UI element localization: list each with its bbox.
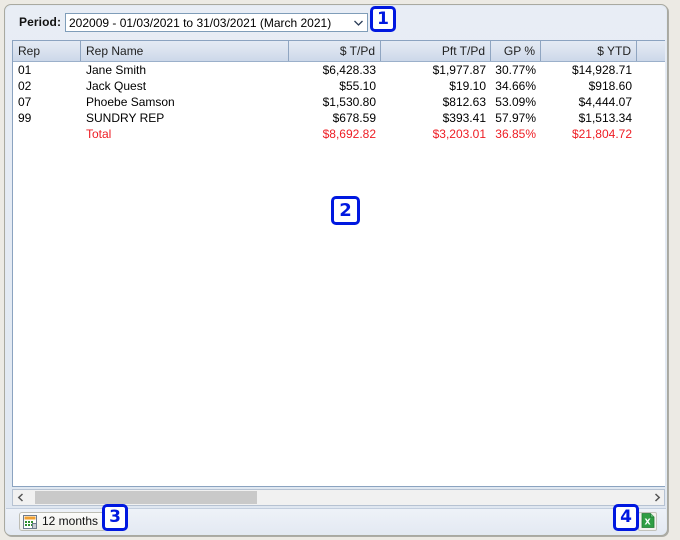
cell-pft_t_pd: $393.41 — [442, 111, 486, 125]
twelve-months-label: 12 months — [42, 514, 99, 528]
column-header-rep_name[interactable]: Rep Name — [81, 41, 289, 61]
cell-rep: 02 — [18, 79, 32, 93]
table-row[interactable]: 99 SUNDRY REP $678.59 $393.41 57.97% $1,513.3… — [13, 110, 665, 126]
cell-rep_name: SUNDRY REP — [86, 111, 165, 125]
cell-extra: $7 — [637, 126, 665, 142]
cell-ytd: $21,804.72 — [571, 127, 632, 141]
column-header-pft_t_pd[interactable]: Pft T/Pd — [381, 41, 491, 61]
cell-rep: 07 — [18, 95, 32, 109]
cell-rep: 01 — [18, 63, 32, 77]
cell-ytd: $4,444.07 — [578, 95, 632, 109]
period-label: Period: — [19, 15, 62, 29]
cell-gp_pct: 36.85% — [495, 127, 536, 141]
column-header-extra[interactable] — [637, 41, 665, 61]
svg-text:X: X — [644, 517, 651, 526]
grid-header-row: Rep Rep Name $ T/Pd Pft T/Pd GP % $ YTD — [13, 41, 665, 62]
cell-extra — [637, 110, 665, 126]
period-selector-row: Period: 202009 - 01/03/2021 to 31/03/202… — [6, 6, 666, 38]
cell-ytd: $14,928.71 — [571, 63, 632, 77]
chevron-right-icon[interactable] — [649, 490, 664, 505]
cell-ytd: $1,513.34 — [578, 111, 632, 125]
cell-pft_t_pd: $1,977.87 — [432, 63, 486, 77]
period-dropdown[interactable]: 202009 - 01/03/2021 to 31/03/2021 (March… — [65, 13, 368, 32]
cell-pft_t_pd: $812.63 — [442, 95, 486, 109]
excel-export-icon: X — [641, 512, 655, 531]
cell-gp_pct: 30.77% — [495, 63, 536, 77]
cell-gp_pct: 34.66% — [495, 79, 536, 93]
cell-rep_name: Jack Quest — [86, 79, 147, 93]
chevron-left-icon[interactable] — [13, 490, 28, 505]
cell-t_pd: $55.10 — [339, 79, 376, 93]
annotation-badge-4: 4 — [613, 504, 639, 531]
rep-sales-grid[interactable]: Rep Rep Name $ T/Pd Pft T/Pd GP % $ YTD 01 Jan… — [12, 40, 665, 487]
table-row[interactable]: 01 Jane Smith $6,428.33 $1,977.87 30.77% $14,… — [13, 62, 665, 78]
annotation-badge-2: 2 — [331, 196, 360, 225]
grid-body: 01 Jane Smith $6,428.33 $1,977.87 30.77% $14,… — [13, 62, 665, 486]
report-panel: Period: 202009 - 01/03/2021 to 31/03/202… — [4, 4, 668, 536]
column-header-ytd[interactable]: $ YTD — [541, 41, 637, 61]
cell-rep — [13, 126, 81, 142]
column-header-gp_pct[interactable]: GP % — [491, 41, 541, 61]
cell-gp_pct: 57.97% — [495, 111, 536, 125]
cell-extra: $1 — [637, 94, 665, 110]
cell-t_pd: $6,428.33 — [322, 63, 376, 77]
column-header-t_pd[interactable]: $ T/Pd — [289, 41, 381, 61]
cell-t_pd: $678.59 — [332, 111, 376, 125]
annotation-badge-3: 3 — [102, 504, 128, 531]
cell-ytd: $918.60 — [588, 79, 632, 93]
cell-rep_name: Jane Smith — [86, 63, 147, 77]
cell-t_pd: $1,530.80 — [322, 95, 376, 109]
table-row[interactable]: 07 Phoebe Samson $1,530.80 $812.63 53.09% $4,… — [13, 94, 665, 110]
column-header-rep[interactable]: Rep — [13, 41, 81, 61]
cell-pft_t_pd: $19.10 — [449, 79, 486, 93]
cell-t_pd: $8,692.82 — [322, 127, 376, 141]
report-panel-inner: Period: 202009 - 01/03/2021 to 31/03/202… — [6, 6, 666, 534]
table-row-total[interactable]: Total $8,692.82 $3,203.01 36.85% $21,804.72 $… — [13, 126, 665, 142]
annotation-badge-1: 1 — [370, 6, 396, 32]
cell-pft_t_pd: $3,203.01 — [432, 127, 486, 141]
chevron-down-icon[interactable] — [349, 14, 367, 31]
table-row[interactable]: 02 Jack Quest $55.10 $19.10 34.66% $918.60 — [13, 78, 665, 94]
period-dropdown-value: 202009 - 01/03/2021 to 31/03/2021 (March… — [69, 15, 332, 30]
twelve-months-button[interactable]: 12 months — [19, 512, 107, 531]
scrollbar-thumb[interactable] — [35, 491, 257, 504]
cell-extra — [637, 78, 665, 94]
excel-export-button[interactable]: X — [638, 512, 657, 531]
calendar-report-icon — [23, 514, 37, 529]
cell-rep_name: Total — [86, 127, 112, 141]
cell-gp_pct: 53.09% — [495, 95, 536, 109]
cell-extra: $5 — [637, 62, 665, 78]
cell-rep_name: Phoebe Samson — [86, 95, 175, 109]
cell-rep: 99 — [18, 111, 32, 125]
